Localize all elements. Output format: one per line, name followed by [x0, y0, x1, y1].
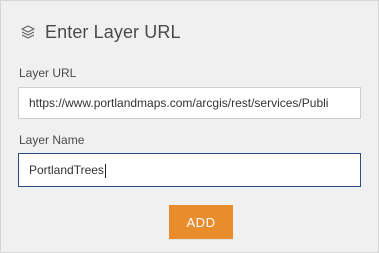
add-button[interactable]: ADD: [169, 205, 233, 239]
panel-title: Enter Layer URL: [45, 21, 181, 42]
panel-header: Enter Layer URL: [19, 18, 181, 46]
layer-name-label: Layer Name: [19, 133, 85, 147]
layers-icon: [19, 23, 37, 41]
layer-url-value: https://www.portlandmaps.com/arcgis/rest…: [29, 96, 329, 110]
layer-url-label: Layer URL: [19, 66, 77, 80]
text-cursor: [104, 163, 106, 178]
layer-name-value: PortlandTrees: [29, 163, 104, 177]
layer-url-input[interactable]: https://www.portlandmaps.com/arcgis/rest…: [18, 87, 361, 119]
add-layer-panel: Enter Layer URL Layer URL https://www.po…: [0, 0, 379, 253]
layer-name-input[interactable]: PortlandTrees: [18, 153, 361, 187]
